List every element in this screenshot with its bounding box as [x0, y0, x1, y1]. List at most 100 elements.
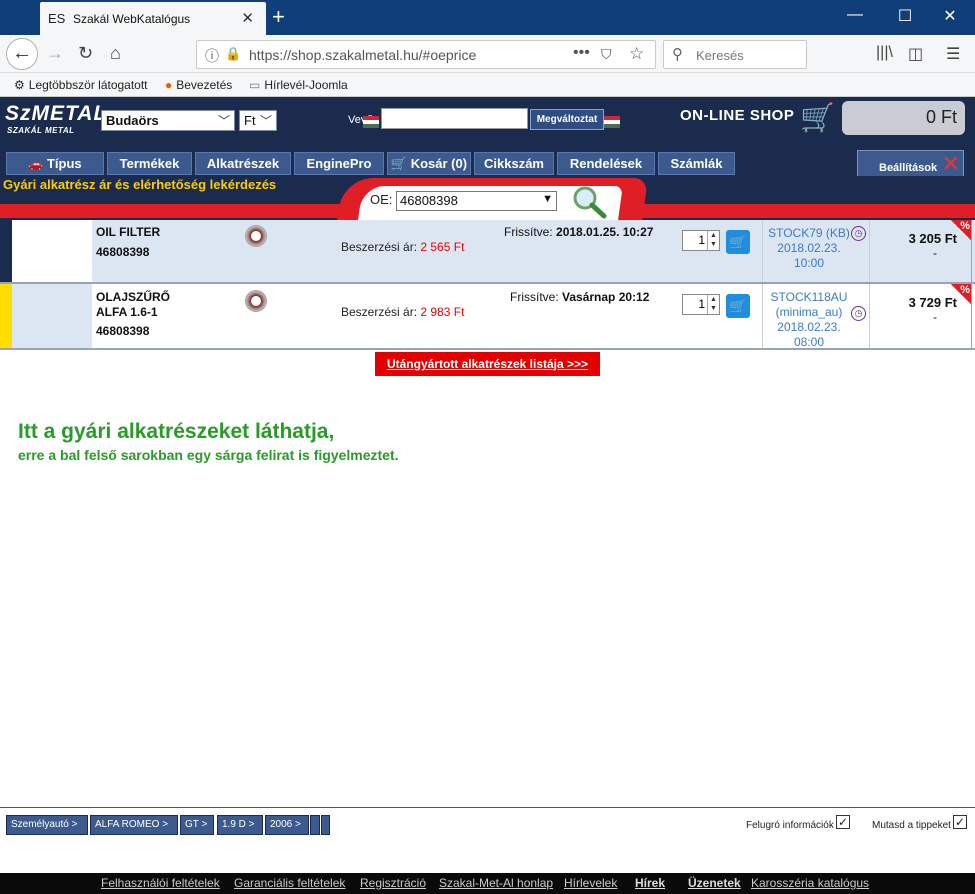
- breadcrumb-empty[interactable]: [310, 815, 320, 835]
- currency-select[interactable]: Ft ﹀: [239, 110, 277, 131]
- aftermarket-parts-button[interactable]: Utángyártott alkatrészek listája >>>: [375, 352, 600, 376]
- library-icon[interactable]: |||\: [876, 44, 893, 62]
- updated: Frissítve: Vasárnap 20:12: [510, 290, 649, 304]
- menu-szamlak[interactable]: Számlák: [658, 152, 735, 175]
- firefox-icon: ●: [165, 78, 173, 92]
- sale-price: 3 205 Ft: [908, 231, 957, 246]
- home-icon[interactable]: ⌂: [110, 43, 121, 64]
- oe-number-select[interactable]: 46808398 ▼: [396, 191, 557, 211]
- updated: Frissítve: 2018.01.25. 10:27: [504, 225, 653, 239]
- info-icon[interactable]: ⓘ: [205, 46, 219, 66]
- part-number: 46808398: [96, 324, 150, 338]
- stock-line: (minima_au): [775, 305, 843, 319]
- bookmark-star-icon[interactable]: ☆: [629, 44, 644, 64]
- footer-link-messages[interactable]: Üzenetek: [688, 876, 741, 890]
- breadcrumb-empty[interactable]: [321, 815, 330, 835]
- szakal-metal-logo[interactable]: SzMETAL SZAKÁL METAL: [5, 102, 106, 138]
- minimize-icon[interactable]: —: [840, 6, 870, 24]
- breadcrumb-vehicle-type[interactable]: Személyautó >: [6, 815, 88, 835]
- row-main: OLAJSZŰRŐ ALFA 1.6-1 46808398 Beszerzési…: [92, 284, 972, 350]
- quantity-stepper[interactable]: 1 ▲ ▼: [682, 230, 720, 251]
- bookmark-intro[interactable]: ● Bevezetés: [165, 78, 232, 92]
- menu-termekek[interactable]: Termékek: [107, 152, 192, 175]
- location-select[interactable]: Budaörs ﹀: [101, 110, 235, 131]
- more-actions-icon[interactable]: •••: [573, 44, 590, 62]
- shopping-cart-icon[interactable]: 🛒: [800, 101, 835, 134]
- popup-info-checkbox[interactable]: ✓: [836, 815, 850, 829]
- settings-button[interactable]: Beállítások ✕: [857, 150, 964, 178]
- bookmark-newsletter[interactable]: ▭ Hírlevél-Joomla: [249, 78, 348, 92]
- updated-value: Vasárnap 20:12: [562, 290, 650, 304]
- menu-rendelesek[interactable]: Rendelések: [557, 152, 655, 175]
- footer-link-terms[interactable]: Felhasználói feltételek: [101, 876, 220, 890]
- red-stripe: [0, 204, 362, 218]
- footer: Felhasználói feltételek Garanciális felt…: [0, 873, 975, 894]
- menu-tipus[interactable]: 🚗 Típus: [6, 152, 104, 175]
- popup-info-label: Felugró információk: [746, 820, 834, 831]
- customer-input[interactable]: [381, 108, 528, 129]
- forward-icon[interactable]: →: [46, 43, 64, 64]
- logo-main-text: SzMETAL: [5, 102, 108, 125]
- search-bar[interactable]: ⚲ Keresés: [663, 40, 807, 69]
- browser-tab[interactable]: ES Szakál WebKatalógus ✕: [40, 2, 266, 35]
- menu-enginepro[interactable]: EnginePro: [294, 152, 384, 175]
- stock-location[interactable]: STOCK79 (KB) 2018.02.23. 10:00: [763, 226, 855, 271]
- bookmark-most-visited[interactable]: ⚙ Legtöbbször látogatott: [14, 78, 148, 92]
- flag-hu-icon: [604, 116, 620, 128]
- sidebar-icon[interactable]: ◫: [908, 44, 923, 64]
- settings-label: Beállítások: [879, 162, 938, 174]
- part-name: OLAJSZŰRŐ: [96, 290, 171, 304]
- show-tips-checkbox[interactable]: ✓: [953, 815, 967, 829]
- footer-link-newsletters[interactable]: Hírlevelek: [564, 876, 617, 890]
- updated-label: Frissítve:: [504, 225, 553, 239]
- close-tab-icon[interactable]: ✕: [241, 9, 254, 27]
- site-header: SzMETAL SZAKÁL METAL Budaörs ﹀ Ft ﹀ Vevő…: [0, 97, 975, 149]
- clock-icon[interactable]: ◷: [851, 306, 866, 321]
- row-thumb-area: [12, 220, 92, 282]
- breadcrumb-engine[interactable]: 1.9 D >: [217, 815, 263, 835]
- search-icon[interactable]: [570, 184, 610, 220]
- menu-alkatreszek[interactable]: Alkatrészek: [195, 152, 291, 175]
- footer-link-news[interactable]: Hírek: [635, 876, 665, 890]
- url-bar[interactable]: ⓘ 🔒 https://shop.szakalmetal.hu/#oeprice…: [196, 40, 656, 69]
- stock-line: 2018.02.23.: [777, 320, 841, 334]
- results-list: OIL FILTER 46808398 Beszerzési ár: 2 565…: [0, 220, 975, 350]
- new-tab-icon[interactable]: +: [272, 4, 285, 30]
- footer-link-body-catalog[interactable]: Karosszéria katalógus: [751, 876, 869, 890]
- pocket-icon[interactable]: ⛉: [601, 46, 612, 63]
- add-to-cart-button[interactable]: 🛒: [726, 230, 750, 254]
- reload-icon[interactable]: ↻: [78, 43, 93, 64]
- breadcrumb-year[interactable]: 2006 >: [265, 815, 309, 835]
- chevron-down-icon: ﹀: [259, 114, 272, 128]
- stock-location[interactable]: STOCK118AU (minima_au) 2018.02.23. 08:00: [763, 290, 855, 350]
- clock-icon[interactable]: ◷: [851, 226, 866, 241]
- footer-link-homepage[interactable]: Szakal-Met-Al honlap: [439, 876, 553, 890]
- bookmarks-bar: ⚙ Legtöbbször látogatott ● Bevezetés ▭ Hírl…: [0, 73, 975, 97]
- result-row: OIL FILTER 46808398 Beszerzési ár: 2 565…: [0, 220, 975, 284]
- menu-cikkszam[interactable]: Cikkszám: [474, 152, 554, 175]
- maximize-icon[interactable]: ☐: [890, 6, 920, 26]
- quantity-value: 1: [698, 297, 705, 311]
- tab-title: Szakál WebKatalógus: [73, 12, 191, 26]
- back-icon[interactable]: ←: [6, 38, 38, 70]
- url-text[interactable]: https://shop.szakalmetal.hu/#oeprice: [249, 47, 476, 63]
- breadcrumb-model[interactable]: GT >: [180, 815, 214, 835]
- cart-total-box[interactable]: 0 Ft: [842, 101, 965, 135]
- footer-link-warranty[interactable]: Garanciális feltételek: [234, 876, 345, 890]
- browser-navbar: ← → ↻ ⌂ ⓘ 🔒 https://shop.szakalmetal.hu/…: [0, 35, 975, 73]
- change-customer-button[interactable]: Megváltoztat: [530, 109, 604, 130]
- fiat-logo-icon: [245, 225, 267, 247]
- menu-cart[interactable]: 🛒 Kosár (0): [387, 152, 471, 175]
- window-close-icon[interactable]: ✕: [935, 6, 965, 26]
- purchase-price-value: 2 983 Ft: [420, 305, 465, 319]
- discount-badge: %: [951, 284, 971, 304]
- quantity-stepper[interactable]: 1 ▲ ▼: [682, 294, 720, 315]
- menu-icon[interactable]: ☰: [946, 44, 960, 64]
- breadcrumb-make[interactable]: ALFA ROMEO >: [90, 815, 178, 835]
- sale-price: 3 729 Ft: [908, 295, 957, 310]
- cart-total: 0 Ft: [925, 107, 957, 127]
- add-to-cart-button[interactable]: 🛒: [726, 294, 750, 318]
- spin-arrows-icon[interactable]: ▲ ▼: [707, 295, 719, 314]
- spin-arrows-icon[interactable]: ▲ ▼: [707, 231, 719, 250]
- footer-link-registration[interactable]: Regisztráció: [360, 876, 426, 890]
